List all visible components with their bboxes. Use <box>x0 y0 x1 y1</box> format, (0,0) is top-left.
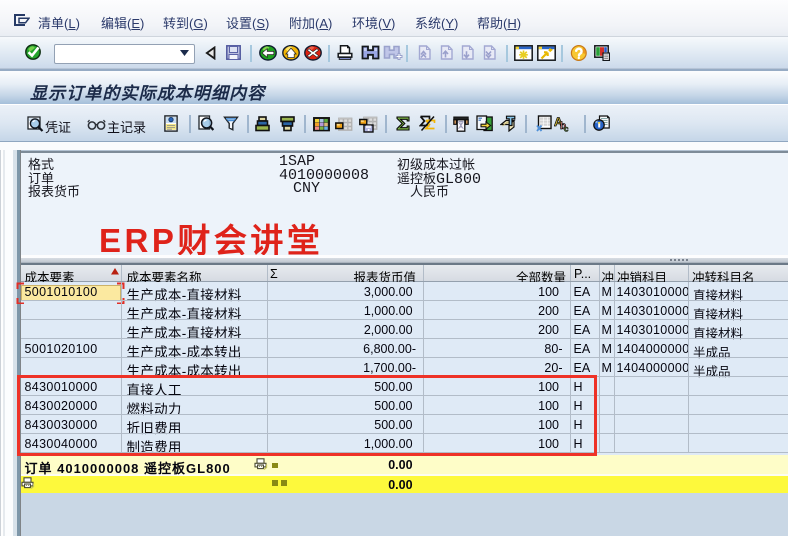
svg-text:c: c <box>564 125 569 133</box>
